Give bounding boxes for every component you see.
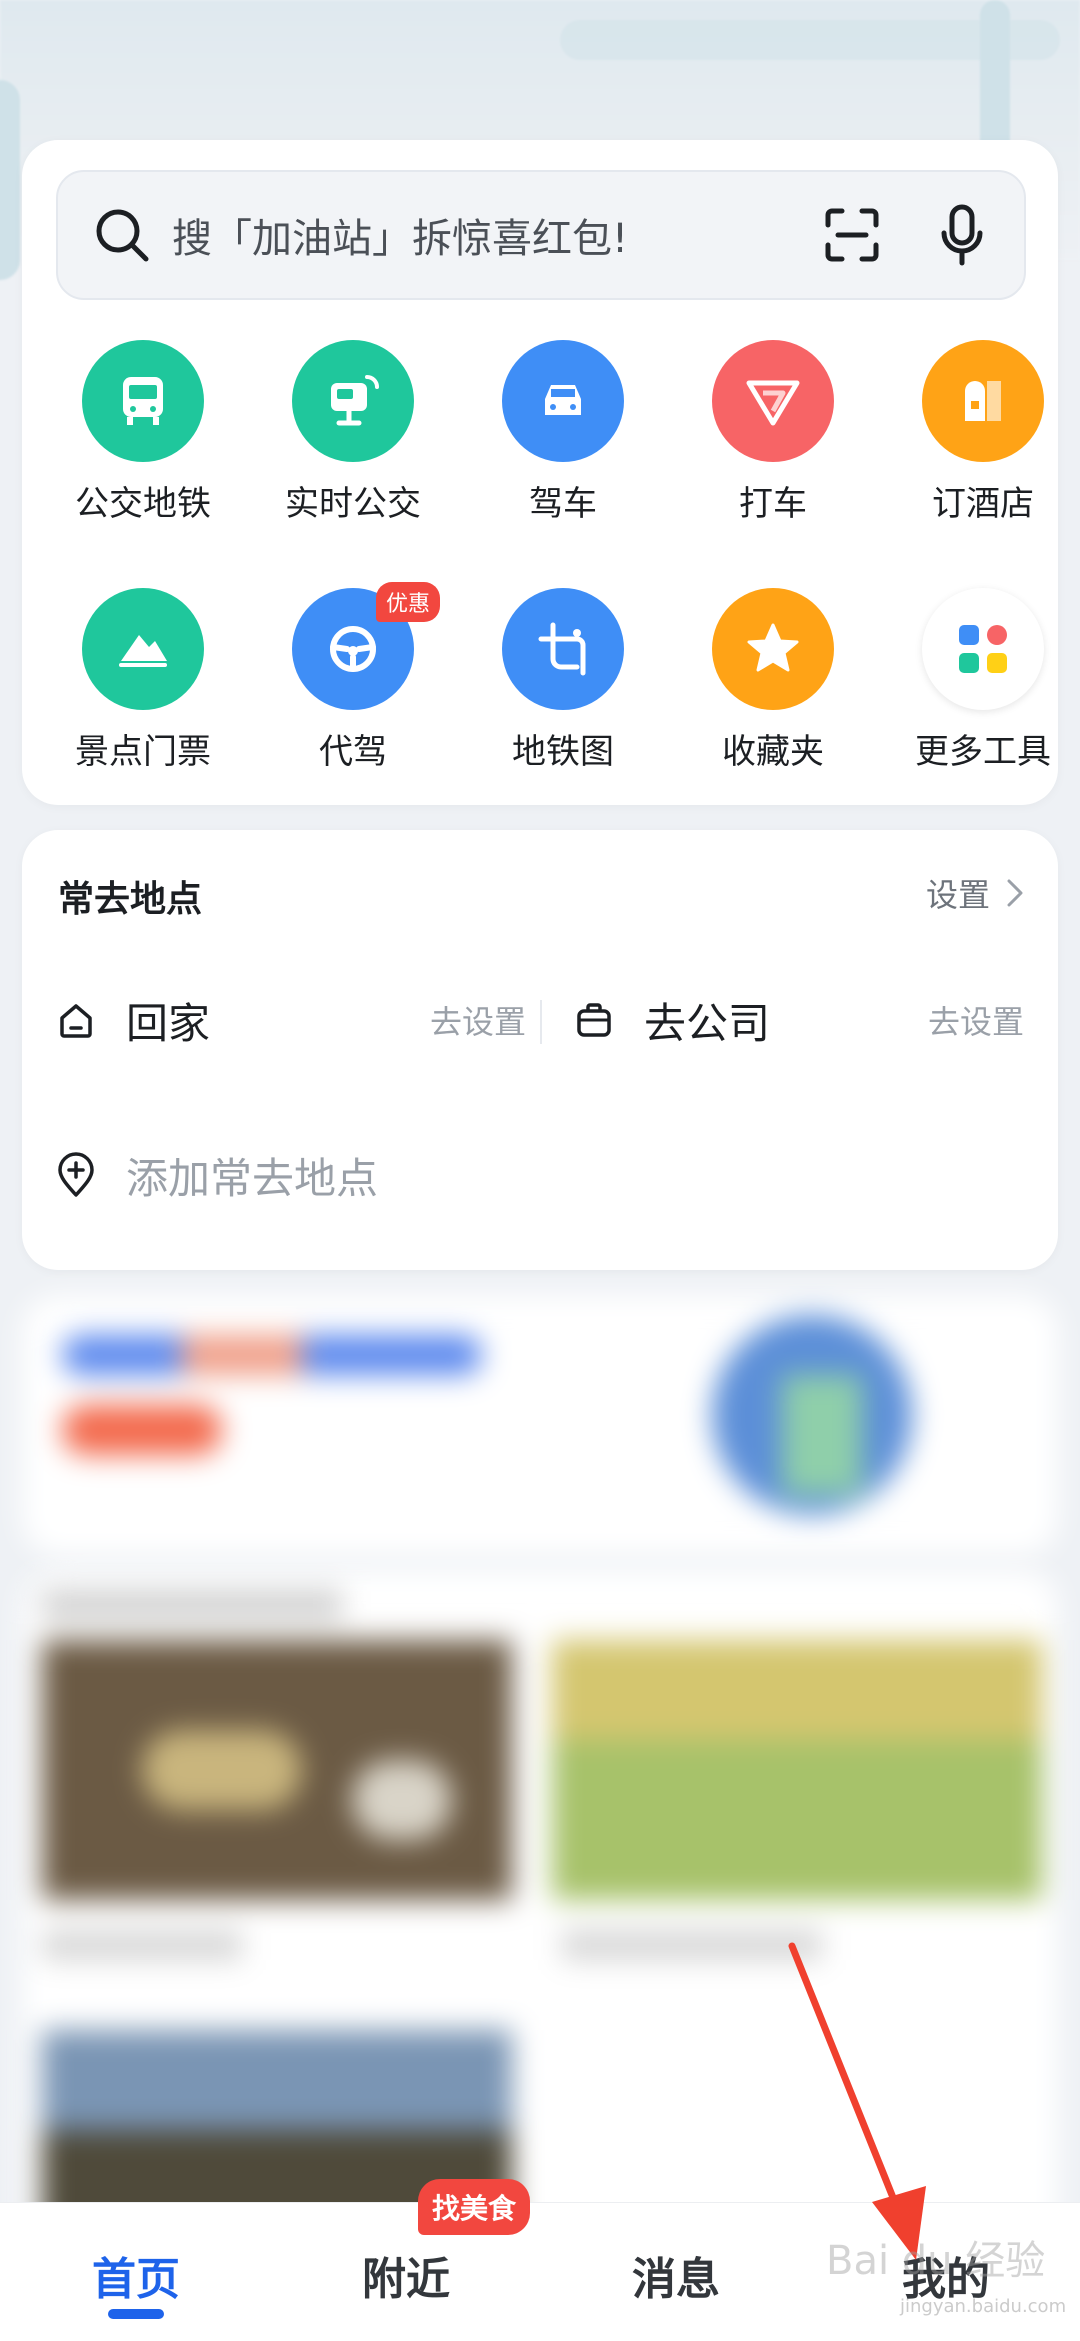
settings-label: 设置 <box>925 876 990 914</box>
more-tools-icon <box>922 588 1044 710</box>
tool-label: 订酒店 <box>932 484 1034 524</box>
add-place-row[interactable]: 添加常去地点 <box>56 1135 378 1215</box>
add-location-icon <box>58 1152 94 1197</box>
add-place-label: 添加常去地点 <box>126 1153 379 1203</box>
divider <box>540 1000 542 1044</box>
briefcase-icon <box>577 1003 611 1037</box>
car-icon <box>502 340 624 462</box>
tool-label: 更多工具 <box>915 732 1051 772</box>
star-icon <box>712 588 834 710</box>
frequent-places-card: 常去地点 设置 回家 去设置 去公司 去设置 添加常去地点 <box>22 830 1058 1270</box>
places-settings-link[interactable]: 设置 <box>926 870 1024 916</box>
scenic-ticket-icon <box>82 588 204 710</box>
steering-wheel-icon: 优惠 <box>292 582 440 710</box>
search-bar[interactable]: 搜「加油站」拆惊喜红包! <box>56 170 1026 300</box>
section-title: 常去地点 <box>58 879 203 920</box>
tool-label: 驾车 <box>529 484 597 524</box>
tab-nearby[interactable]: 附近 <box>306 2243 506 2307</box>
tool-more-tools[interactable]: 更多工具 <box>908 588 1058 773</box>
home-label: 回家 <box>126 998 211 1048</box>
tool-label: 代驾 <box>319 732 387 772</box>
tool-label: 景点门票 <box>75 732 211 772</box>
tool-subway-map[interactable]: 地铁图 <box>488 588 638 773</box>
chevron-right-icon <box>1007 879 1023 907</box>
tool-taxi[interactable]: 打车 <box>698 340 848 525</box>
tab-home[interactable]: 首页 <box>36 2243 236 2307</box>
hotel-icon <box>922 340 1044 462</box>
work-row[interactable]: 去公司 去设置 <box>574 985 1024 1055</box>
tool-car[interactable]: 驾车 <box>488 340 638 525</box>
search-icon <box>96 209 149 262</box>
active-tab-indicator <box>108 2309 164 2319</box>
tab-messages[interactable]: 消息 <box>576 2243 776 2307</box>
tool-hotel[interactable]: 订酒店 <box>908 340 1058 525</box>
microphone-icon[interactable] <box>938 203 986 267</box>
taxi-icon <box>712 340 834 462</box>
tool-scenic-ticket[interactable]: 景点门票 <box>68 588 218 773</box>
home-row[interactable]: 回家 去设置 <box>56 985 526 1055</box>
tool-label: 实时公交 <box>285 484 421 524</box>
search-placeholder: 搜「加油站」拆惊喜红包! <box>172 216 629 262</box>
tool-label: 公交地铁 <box>75 484 211 524</box>
home-icon <box>60 1004 92 1038</box>
work-label: 去公司 <box>644 998 771 1048</box>
realtime-bus-icon <box>292 340 414 462</box>
tool-label: 地铁图 <box>512 732 614 772</box>
tool-realtime-bus[interactable]: 实时公交 <box>278 340 428 525</box>
bus-icon <box>82 340 204 462</box>
tool-star[interactable]: 收藏夹 <box>698 588 848 773</box>
tool-steering-wheel[interactable]: 优惠代驾 <box>278 582 440 773</box>
promo-banner[interactable] <box>22 1295 1058 1555</box>
scan-icon[interactable] <box>822 205 882 265</box>
watermark: Bai du 经验 <box>826 2238 1046 2284</box>
discount-badge: 优惠 <box>375 582 440 622</box>
tool-label: 打车 <box>739 484 807 524</box>
watermark-url: jingyan.baidu.com <box>900 2296 1067 2317</box>
tools-card: 搜「加油站」拆惊喜红包! 公交地铁 实时公交 驾车 打车 订酒店 景点门票 优惠 代驾 地铁图收… <box>22 140 1058 805</box>
tool-bus[interactable]: 公交地铁 <box>68 340 218 525</box>
nearby-badge: 找美食 <box>418 2179 531 2235</box>
home-set-button[interactable]: 去设置 <box>430 997 526 1043</box>
subway-map-icon <box>502 588 624 710</box>
tool-label: 收藏夹 <box>722 732 824 772</box>
work-set-button[interactable]: 去设置 <box>928 997 1024 1043</box>
